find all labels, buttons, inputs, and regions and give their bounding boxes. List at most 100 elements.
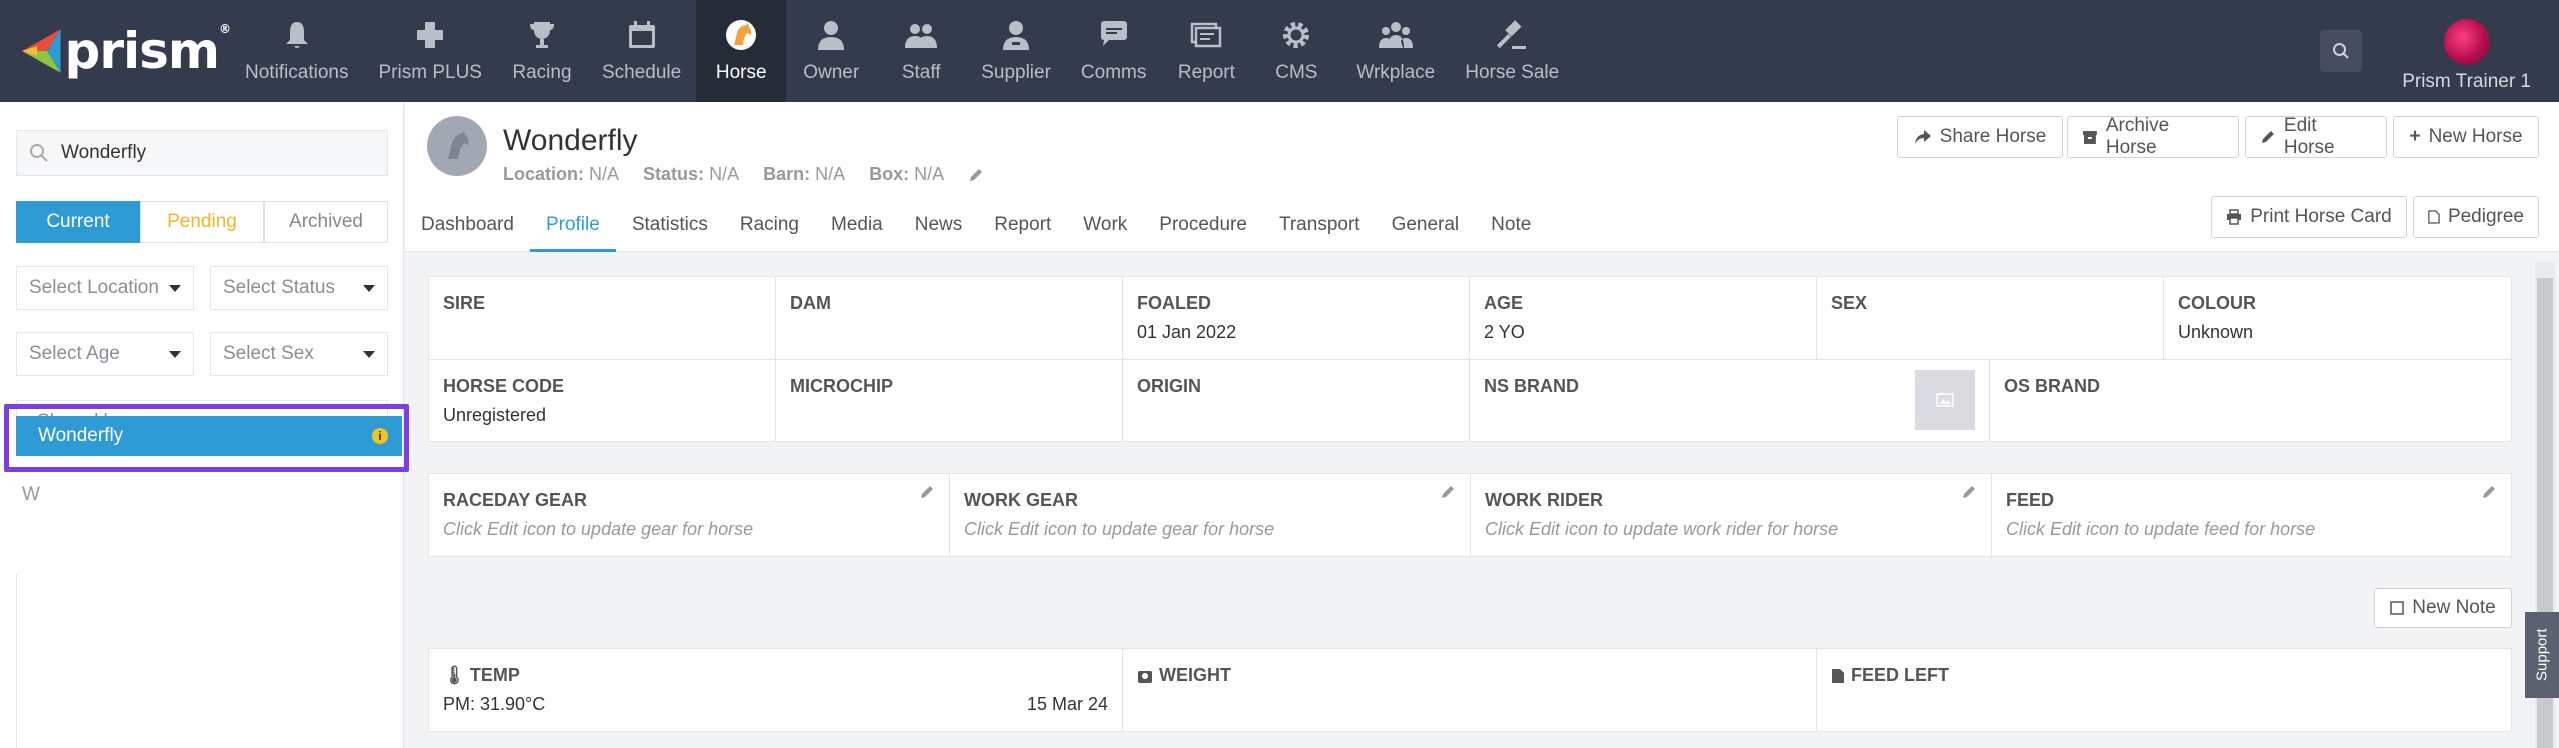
horse-avatar	[427, 116, 487, 176]
pedigree-button[interactable]: Pedigree	[2413, 196, 2539, 238]
horse-meta: Location: N/A Status: N/A Barn: N/A Box:…	[503, 164, 984, 185]
colour-cell: COLOUR Unknown	[2164, 277, 2511, 360]
nav-cms[interactable]: CMS	[1251, 0, 1341, 102]
os-brand-cell: OS BRAND	[2004, 376, 2101, 396]
nav-label: Notifications	[245, 62, 349, 83]
microchip-cell: MICROCHIP	[776, 360, 1123, 442]
print-horse-card-button[interactable]: Print Horse Card	[2211, 196, 2407, 238]
horse-name: Wonderfly	[503, 124, 638, 157]
tab-transport[interactable]: Transport	[1263, 208, 1376, 252]
pencil-icon[interactable]	[1440, 484, 1456, 500]
image-placeholder-icon[interactable]	[1915, 370, 1975, 430]
nav-label: Prism PLUS	[378, 62, 482, 83]
tab-profile[interactable]: Profile	[529, 208, 616, 252]
nav-prism-plus[interactable]: Prism PLUS	[364, 0, 497, 102]
horse-tabs: Dashboard Profile Statistics Racing Media New…	[405, 208, 1547, 252]
pencil-icon[interactable]	[968, 167, 984, 183]
tab-general[interactable]: General	[1376, 208, 1476, 252]
nav-label: Racing	[512, 62, 572, 83]
horse-search[interactable]	[16, 130, 388, 176]
chevron-down-icon	[363, 350, 375, 358]
work-rider-cell: WORK RIDER Click Edit icon to update work…	[1471, 474, 1992, 556]
global-search-button[interactable]	[2320, 30, 2363, 72]
nav-comms[interactable]: Comms	[1066, 0, 1161, 102]
filter-archived[interactable]: Archived	[264, 201, 388, 243]
calendar-icon	[628, 21, 655, 48]
weight-cell: WEIGHT	[1123, 649, 1817, 731]
feed-left-cell: FEED LEFT	[1817, 649, 2511, 731]
nav-horse[interactable]: Horse	[696, 0, 787, 102]
document-icon	[1832, 668, 1844, 683]
nav-label: Supplier	[981, 62, 1051, 83]
nav-horse-sale[interactable]: Horse Sale	[1450, 0, 1574, 102]
nav-label: CMS	[1275, 62, 1318, 83]
sex-cell: SEX	[1817, 277, 2164, 360]
chevron-down-icon	[363, 284, 375, 292]
tab-news[interactable]: News	[899, 208, 979, 252]
tab-racing[interactable]: Racing	[724, 208, 815, 252]
report-icon	[1191, 22, 1222, 48]
printer-icon	[2227, 209, 2242, 225]
select-age[interactable]: Select Age	[16, 332, 194, 376]
nav-label: Staff	[901, 62, 941, 83]
tab-work[interactable]: Work	[1067, 208, 1143, 252]
tab-statistics[interactable]: Statistics	[616, 208, 724, 252]
group-letter: W	[22, 484, 40, 505]
select-status[interactable]: Select Status	[210, 266, 388, 310]
list-divider	[16, 574, 17, 748]
nav-owner[interactable]: Owner	[786, 0, 876, 102]
raceday-gear-cell: RACEDAY GEAR Click Edit icon to update ge…	[429, 474, 950, 556]
support-tab[interactable]: Support	[2525, 612, 2559, 698]
top-navigation: prism® Notifications Prism PLUS Racing Sche…	[0, 0, 2559, 102]
nav-supplier[interactable]: Supplier	[966, 0, 1066, 102]
tab-procedure[interactable]: Procedure	[1143, 208, 1263, 252]
status-filter: Current Pending Archived	[16, 201, 388, 243]
tab-media[interactable]: Media	[815, 208, 899, 252]
prism-logo-icon	[22, 29, 61, 73]
filter-pending[interactable]: Pending	[140, 201, 264, 243]
pencil-icon[interactable]	[2481, 484, 2497, 500]
nav-racing[interactable]: Racing	[497, 0, 587, 102]
plus-cross-icon	[417, 22, 444, 48]
chat-icon	[1100, 21, 1127, 46]
work-gear-cell: WORK GEAR Click Edit icon to update gear …	[950, 474, 1471, 556]
nav-notifications[interactable]: Notifications	[230, 0, 364, 102]
nav-report[interactable]: Report	[1161, 0, 1251, 102]
select-location[interactable]: Select Location	[16, 266, 194, 310]
prism-logo[interactable]: prism®	[0, 0, 231, 102]
tab-report[interactable]: Report	[978, 208, 1067, 252]
horse-icon	[726, 20, 757, 50]
nav-staff[interactable]: Staff	[876, 0, 966, 102]
origin-cell: ORIGIN	[1123, 360, 1470, 442]
filter-current[interactable]: Current	[16, 201, 140, 243]
archive-horse-button[interactable]: Archive Horse	[2067, 115, 2239, 158]
nav-schedule[interactable]: Schedule	[587, 0, 696, 102]
user-avatar	[2443, 19, 2490, 65]
edit-horse-button[interactable]: Edit Horse	[2245, 115, 2387, 158]
pencil-icon[interactable]	[1961, 484, 1977, 500]
new-note-button[interactable]: New Note	[2374, 588, 2512, 628]
nav-label: Horse Sale	[1465, 62, 1560, 83]
trophy-icon	[529, 22, 554, 48]
horse-search-input[interactable]	[61, 142, 361, 164]
horse-silhouette-icon	[448, 131, 469, 159]
new-horse-button[interactable]: + New Horse	[2393, 116, 2539, 158]
brand-name: prism®	[64, 22, 231, 80]
supplier-icon	[1003, 21, 1030, 50]
tab-note[interactable]: Note	[1475, 208, 1547, 252]
vitals-card: 🌡 TEMP PM: 31.90°C 15 Mar 24 WEIGHT FEED L…	[428, 648, 2512, 732]
search-icon	[30, 144, 48, 162]
nav-label: Owner	[803, 62, 860, 83]
nav-wrkplace[interactable]: Wrkplace	[1341, 0, 1450, 102]
chevron-down-icon	[169, 284, 181, 292]
select-sex[interactable]: Select Sex	[210, 332, 388, 376]
sire-cell: SIRE	[429, 277, 776, 360]
nav-label: Horse	[715, 62, 767, 83]
pencil-icon[interactable]	[919, 484, 935, 500]
gavel-icon	[1497, 20, 1527, 49]
scale-icon	[1138, 670, 1152, 683]
user-menu[interactable]: Prism Trainer 1	[2402, 9, 2531, 93]
share-horse-button[interactable]: Share Horse	[1897, 116, 2063, 158]
dam-cell: DAM	[776, 277, 1123, 360]
tab-dashboard[interactable]: Dashboard	[405, 208, 530, 252]
